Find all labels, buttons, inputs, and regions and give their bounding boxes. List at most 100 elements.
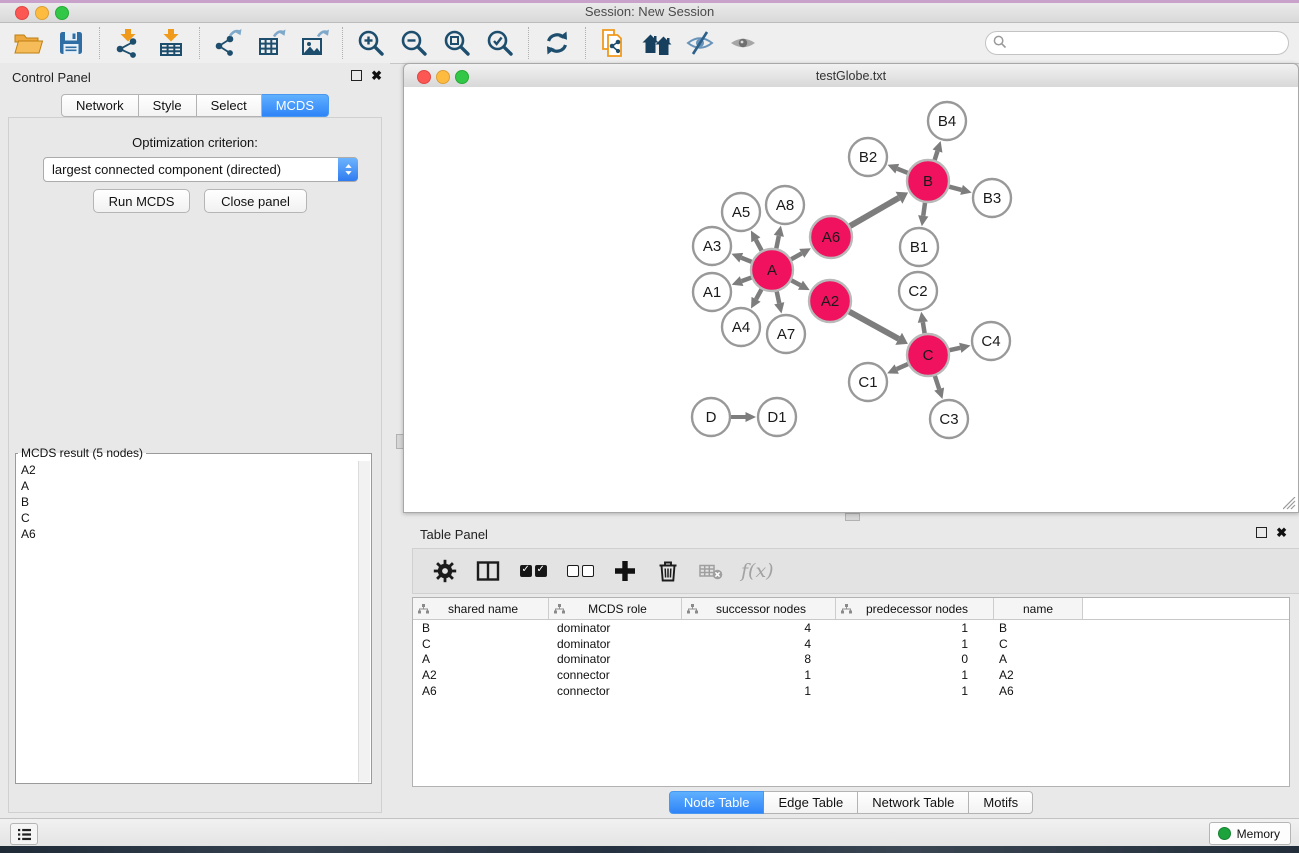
graph-node-A7[interactable]: A7 xyxy=(767,315,805,353)
graph-edge[interactable] xyxy=(949,348,960,350)
graph-edge[interactable] xyxy=(897,169,907,173)
column-header[interactable]: MCDS role xyxy=(549,598,682,619)
tab-mcds[interactable]: MCDS xyxy=(262,94,329,117)
export-network-icon[interactable] xyxy=(211,26,245,60)
zoom-out-icon[interactable] xyxy=(397,26,431,60)
result-list-scrollbar[interactable] xyxy=(358,461,370,782)
graph-edge[interactable] xyxy=(777,291,780,303)
table-tab-edge-table[interactable]: Edge Table xyxy=(764,791,858,814)
select-all-icon[interactable] xyxy=(518,556,548,586)
new-network-from-selection-icon[interactable] xyxy=(597,26,631,60)
toggle-column-icon[interactable] xyxy=(475,556,501,586)
show-all-icon[interactable] xyxy=(726,26,760,60)
run-mcds-button[interactable]: Run MCDS xyxy=(93,189,190,213)
table-row[interactable]: A2connector11A2 xyxy=(413,667,1289,683)
graph-edge[interactable] xyxy=(935,151,938,160)
show-panels-button[interactable] xyxy=(10,823,38,845)
zoom-selected-icon[interactable] xyxy=(483,26,517,60)
list-item[interactable]: C xyxy=(18,510,358,526)
list-item[interactable]: B xyxy=(18,494,358,510)
graph-edge[interactable] xyxy=(742,278,752,282)
table-tab-network-table[interactable]: Network Table xyxy=(858,791,969,814)
graph-edge[interactable] xyxy=(756,289,761,299)
graph-node-A[interactable]: A xyxy=(751,249,793,291)
hide-selected-icon[interactable] xyxy=(683,26,717,60)
graph-node-D[interactable]: D xyxy=(692,398,730,436)
zoom-in-icon[interactable] xyxy=(354,26,388,60)
graph-node-A4[interactable]: A4 xyxy=(722,308,760,346)
graph-node-B[interactable]: B xyxy=(907,160,949,202)
deselect-all-icon[interactable] xyxy=(565,556,595,586)
close-table-panel-icon[interactable]: ✖ xyxy=(1276,528,1287,538)
graph-node-B3[interactable]: B3 xyxy=(973,179,1011,217)
tab-select[interactable]: Select xyxy=(197,94,262,117)
graph-node-B2[interactable]: B2 xyxy=(849,138,887,176)
list-item[interactable]: A xyxy=(18,478,358,494)
graph-node-C[interactable]: C xyxy=(907,334,949,376)
graph-node-A2[interactable]: A2 xyxy=(809,280,851,322)
graph-node-D1[interactable]: D1 xyxy=(758,398,796,436)
settings-gear-icon[interactable] xyxy=(432,556,458,586)
graph-edge[interactable] xyxy=(791,280,800,285)
graph-node-A1[interactable]: A1 xyxy=(693,273,731,311)
memory-button[interactable]: Memory xyxy=(1209,822,1291,845)
tab-network[interactable]: Network xyxy=(61,94,139,117)
import-table-icon[interactable] xyxy=(154,26,188,60)
close-panel-button[interactable]: Close panel xyxy=(204,189,307,213)
close-panel-icon[interactable]: ✖ xyxy=(371,71,382,81)
column-header[interactable]: shared name xyxy=(413,598,549,619)
table-row[interactable]: Adominator80A xyxy=(413,652,1289,668)
graph-edge[interactable] xyxy=(949,187,961,190)
graph-node-A8[interactable]: A8 xyxy=(766,186,804,224)
network-window-titlebar[interactable]: testGlobe.txt xyxy=(403,63,1299,89)
graph-edge[interactable] xyxy=(923,322,925,333)
graph-edge[interactable] xyxy=(935,376,939,389)
graph-node-C4[interactable]: C4 xyxy=(972,322,1010,360)
graph-edge[interactable] xyxy=(741,258,751,262)
table-row[interactable]: A6connector11A6 xyxy=(413,683,1289,699)
graph-edge[interactable] xyxy=(776,236,779,249)
column-header[interactable]: successor nodes xyxy=(682,598,836,619)
graph-node-C2[interactable]: C2 xyxy=(899,272,937,310)
graph-edge[interactable] xyxy=(756,240,762,251)
graph-edge[interactable] xyxy=(791,253,802,259)
graph-node-C3[interactable]: C3 xyxy=(930,400,968,438)
table-cell: connector xyxy=(548,668,680,682)
float-panel-icon[interactable] xyxy=(351,70,362,81)
home-icon[interactable] xyxy=(640,26,674,60)
search-input[interactable] xyxy=(985,31,1289,55)
add-column-icon[interactable] xyxy=(612,556,638,586)
export-table-icon[interactable] xyxy=(254,26,288,60)
resize-grip-icon[interactable] xyxy=(1283,497,1296,510)
import-network-icon[interactable] xyxy=(111,26,145,60)
graph-edge[interactable] xyxy=(850,198,899,226)
optimization-select[interactable]: largest connected component (directed) xyxy=(43,157,358,182)
graph-edge[interactable] xyxy=(849,312,898,339)
table-row[interactable]: Bdominator41B xyxy=(413,620,1289,636)
list-item[interactable]: A2 xyxy=(18,462,358,478)
table-tab-motifs[interactable]: Motifs xyxy=(969,791,1033,814)
save-session-icon[interactable] xyxy=(54,26,88,60)
zoom-fit-icon[interactable] xyxy=(440,26,474,60)
table-tab-node-table[interactable]: Node Table xyxy=(669,791,765,814)
graph-node-B4[interactable]: B4 xyxy=(928,102,966,140)
tab-style[interactable]: Style xyxy=(139,94,197,117)
table-row[interactable]: Cdominator41C xyxy=(413,636,1289,652)
network-canvas[interactable]: B4 B2 B B3 B1 A5A8A6 A3 A A1 A2 C2 A4A7 C4 C C1 C3 D D1 xyxy=(403,87,1299,513)
delete-column-icon[interactable] xyxy=(655,556,681,586)
graph-edge[interactable] xyxy=(897,364,908,369)
graph-node-C1[interactable]: C1 xyxy=(849,363,887,401)
graph-edge[interactable] xyxy=(923,203,925,216)
column-header[interactable]: name xyxy=(994,598,1083,619)
export-image-icon[interactable] xyxy=(297,26,331,60)
float-table-panel-icon[interactable] xyxy=(1256,527,1267,538)
graph-node-A6[interactable]: A6 xyxy=(810,216,852,258)
list-item[interactable]: A6 xyxy=(18,526,358,542)
open-file-icon[interactable] xyxy=(11,26,45,60)
graph-node-A3[interactable]: A3 xyxy=(693,227,731,265)
column-header[interactable]: predecessor nodes xyxy=(836,598,994,619)
graph-node-A5[interactable]: A5 xyxy=(722,193,760,231)
graph-node-B1[interactable]: B1 xyxy=(900,228,938,266)
refresh-icon[interactable] xyxy=(540,26,574,60)
node-label: C xyxy=(923,347,934,364)
